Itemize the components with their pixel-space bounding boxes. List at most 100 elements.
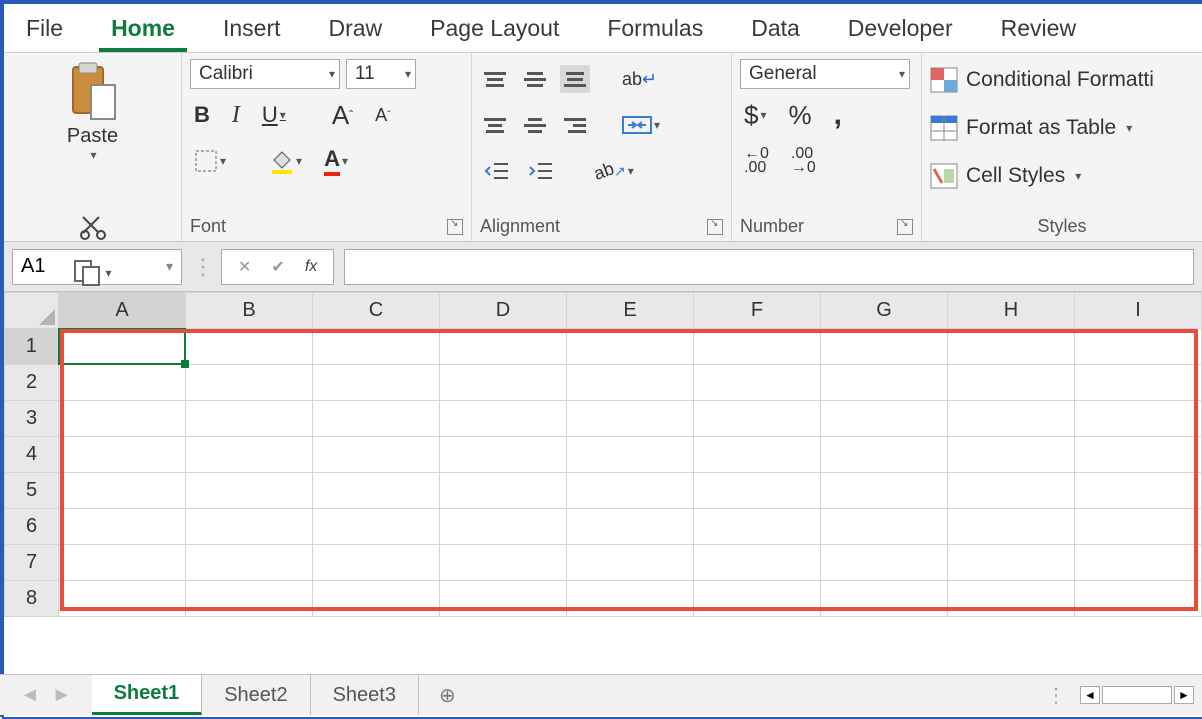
- cell[interactable]: [59, 365, 186, 401]
- cell[interactable]: [948, 365, 1075, 401]
- col-header-E[interactable]: E: [567, 293, 694, 329]
- cell[interactable]: [313, 545, 440, 581]
- cut-button[interactable]: [68, 209, 118, 245]
- tab-formulas[interactable]: Formulas: [595, 7, 715, 52]
- paste-button[interactable]: Paste ▾: [57, 59, 129, 199]
- col-header-H[interactable]: H: [948, 293, 1075, 329]
- comma-button[interactable]: ,: [830, 96, 846, 134]
- decrease-decimal-button[interactable]: .00→0: [787, 145, 820, 177]
- cell[interactable]: [440, 401, 567, 437]
- italic-button[interactable]: I: [228, 100, 244, 131]
- fill-color-button[interactable]: ▾: [264, 146, 306, 176]
- cell[interactable]: [694, 545, 821, 581]
- cell[interactable]: [948, 473, 1075, 509]
- cell[interactable]: [1075, 545, 1202, 581]
- align-top-button[interactable]: [480, 65, 510, 93]
- decrease-font-button[interactable]: Aˇ: [371, 103, 394, 128]
- cell[interactable]: [440, 329, 567, 365]
- cell[interactable]: [694, 401, 821, 437]
- cell[interactable]: [186, 581, 313, 617]
- increase-decimal-button[interactable]: ←0.00: [740, 145, 773, 177]
- cell[interactable]: [694, 437, 821, 473]
- tab-draw[interactable]: Draw: [317, 7, 395, 52]
- cell[interactable]: [440, 581, 567, 617]
- cell-A1[interactable]: [59, 329, 186, 365]
- sheet-nav-next[interactable]: ►: [52, 684, 72, 707]
- cell[interactable]: [694, 581, 821, 617]
- col-header-D[interactable]: D: [440, 293, 567, 329]
- cell[interactable]: [186, 545, 313, 581]
- bold-button[interactable]: B: [190, 100, 214, 130]
- sheet-nav-prev[interactable]: ◄: [20, 684, 40, 707]
- font-size-combo[interactable]: 11▾: [346, 59, 416, 89]
- cell[interactable]: [694, 509, 821, 545]
- cell[interactable]: [440, 365, 567, 401]
- cell[interactable]: [59, 401, 186, 437]
- dialog-launcher-number[interactable]: [897, 219, 913, 235]
- align-right-button[interactable]: [560, 111, 590, 139]
- format-as-table-button[interactable]: Format as Table▾: [930, 107, 1194, 149]
- cell[interactable]: [694, 329, 821, 365]
- cell-styles-button[interactable]: Cell Styles▾: [930, 155, 1194, 197]
- cell[interactable]: [186, 365, 313, 401]
- sheet-tab-options[interactable]: ⋮: [1046, 683, 1066, 708]
- cell[interactable]: [313, 581, 440, 617]
- tab-file[interactable]: File: [14, 7, 75, 52]
- dialog-launcher-font[interactable]: [447, 219, 463, 235]
- cell[interactable]: [1075, 581, 1202, 617]
- cell[interactable]: [567, 437, 694, 473]
- cell[interactable]: [1075, 401, 1202, 437]
- cell[interactable]: [59, 473, 186, 509]
- conditional-formatting-button[interactable]: Conditional Formatti: [930, 59, 1194, 101]
- cell[interactable]: [59, 509, 186, 545]
- number-format-combo[interactable]: General▾: [740, 59, 910, 89]
- tab-page-layout[interactable]: Page Layout: [418, 7, 571, 52]
- row-header-5[interactable]: 5: [5, 473, 59, 509]
- wrap-text-button[interactable]: ab↵: [618, 71, 661, 87]
- underline-button[interactable]: U▾: [258, 100, 290, 130]
- add-sheet-button[interactable]: ⊕: [419, 675, 476, 715]
- percent-button[interactable]: %: [785, 98, 816, 133]
- cell[interactable]: [313, 473, 440, 509]
- row-header-7[interactable]: 7: [5, 545, 59, 581]
- cell[interactable]: [186, 509, 313, 545]
- cancel-formula-button[interactable]: ✕: [238, 257, 251, 277]
- cell[interactable]: [440, 473, 567, 509]
- cell[interactable]: [1075, 509, 1202, 545]
- decrease-indent-button[interactable]: [480, 158, 514, 184]
- cell[interactable]: [313, 329, 440, 365]
- row-header-6[interactable]: 6: [5, 509, 59, 545]
- cell[interactable]: [567, 365, 694, 401]
- cell[interactable]: [313, 437, 440, 473]
- cell[interactable]: [948, 545, 1075, 581]
- font-color-button[interactable]: A ▾: [320, 144, 352, 178]
- cell[interactable]: [59, 581, 186, 617]
- cell[interactable]: [821, 473, 948, 509]
- cell[interactable]: [821, 581, 948, 617]
- cell[interactable]: [694, 473, 821, 509]
- tab-review[interactable]: Review: [989, 7, 1088, 52]
- col-header-G[interactable]: G: [821, 293, 948, 329]
- cell[interactable]: [1075, 473, 1202, 509]
- row-header-1[interactable]: 1: [5, 329, 59, 365]
- increase-font-button[interactable]: Aˆ: [328, 98, 357, 133]
- cell[interactable]: [1075, 329, 1202, 365]
- cell[interactable]: [313, 509, 440, 545]
- cell[interactable]: [948, 329, 1075, 365]
- merge-center-button[interactable]: ▾: [618, 111, 664, 139]
- col-header-A[interactable]: A: [59, 293, 186, 329]
- cell[interactable]: [821, 437, 948, 473]
- formula-bar-input[interactable]: [344, 249, 1194, 285]
- font-name-combo[interactable]: Calibri▾: [190, 59, 340, 89]
- cell[interactable]: [821, 509, 948, 545]
- cell[interactable]: [567, 545, 694, 581]
- cell[interactable]: [313, 401, 440, 437]
- col-header-F[interactable]: F: [694, 293, 821, 329]
- tab-developer[interactable]: Developer: [836, 7, 965, 52]
- hscroll-track[interactable]: [1102, 686, 1172, 704]
- cell[interactable]: [567, 401, 694, 437]
- cell[interactable]: [440, 509, 567, 545]
- cell[interactable]: [186, 329, 313, 365]
- cell[interactable]: [948, 581, 1075, 617]
- currency-button[interactable]: $▾: [740, 98, 771, 133]
